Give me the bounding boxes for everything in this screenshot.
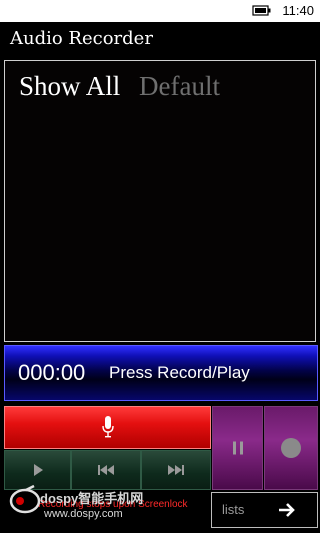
pause-icon	[232, 441, 243, 455]
record-button[interactable]	[4, 406, 211, 449]
time-display-panel: 000:00 Press Record/Play	[4, 345, 318, 401]
lists-label: lists	[222, 502, 245, 517]
status-clock: 11:40	[282, 3, 314, 18]
watermark-url: www.dospy.com	[44, 508, 123, 520]
arrow-right-icon	[279, 503, 295, 517]
watermark-name: dospy智能手机网	[40, 491, 144, 506]
elapsed-time: 000:00	[18, 360, 86, 385]
skip-next-icon	[168, 465, 184, 475]
filter-default[interactable]: Default	[139, 71, 220, 102]
lists-button[interactable]: lists	[211, 492, 318, 528]
play-icon	[33, 464, 43, 476]
skip-previous-icon	[98, 465, 114, 475]
recordings-list-panel[interactable]: Show All Default	[4, 60, 316, 342]
pause-button[interactable]	[212, 406, 263, 490]
battery-charging-icon	[252, 5, 271, 16]
stop-icon	[281, 438, 301, 458]
status-message: Press Record/Play	[109, 363, 250, 382]
microphone-icon	[102, 416, 114, 438]
status-bar: 11:40	[0, 0, 320, 22]
next-button[interactable]	[141, 450, 211, 490]
app-title: Audio Recorder	[10, 28, 153, 49]
watermark-logo	[9, 484, 41, 514]
previous-button[interactable]	[71, 450, 141, 490]
filter-show-all[interactable]: Show All	[19, 71, 120, 102]
stop-button[interactable]	[264, 406, 318, 490]
